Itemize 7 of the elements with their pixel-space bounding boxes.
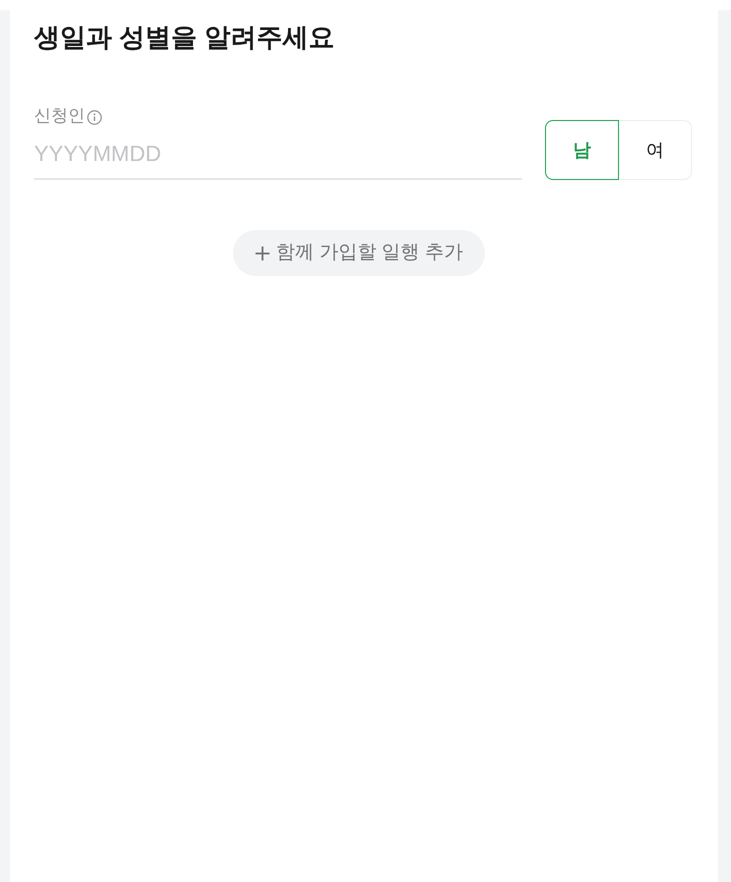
info-icon[interactable] [87,110,102,124]
add-companion-button[interactable]: 함께 가입할 일행 추가 [233,230,485,276]
gender-option[interactable]: 여 [618,120,692,180]
gender-option[interactable]: 남 [545,120,619,180]
plus-icon [255,246,270,260]
birthdate-input[interactable]: YYYYMMDD [34,122,522,180]
page-heading: 생일과 성별을 알려주세요 [34,21,336,54]
